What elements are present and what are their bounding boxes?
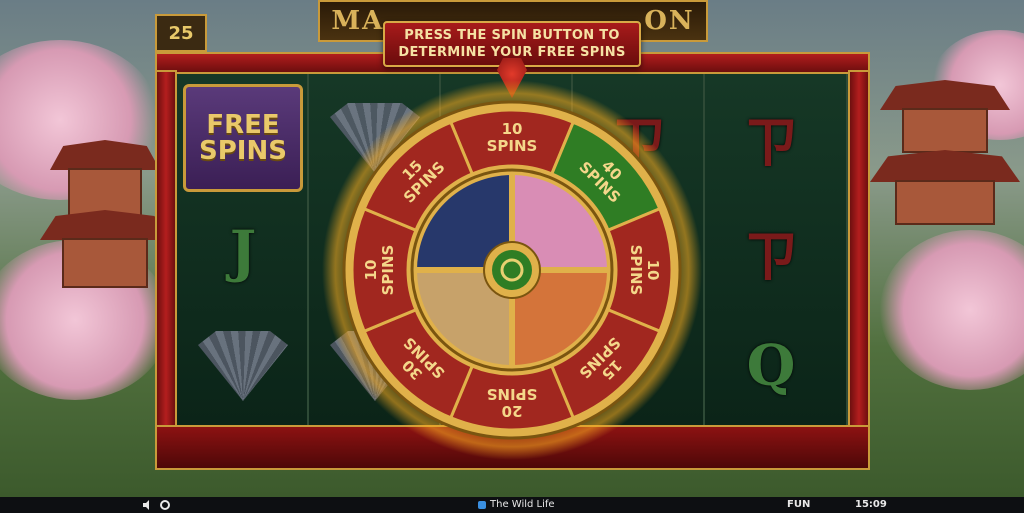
settings-gear-icon[interactable] xyxy=(160,500,170,510)
letter-q-symbol: Q xyxy=(746,333,796,399)
reel-5: ㄗ ㄗ Q xyxy=(705,74,848,425)
segment-amount: 20 xyxy=(502,402,523,420)
cherry-blossom-tree xyxy=(880,230,1024,390)
segment-unit: SPINS xyxy=(487,137,538,155)
frame-pillar-right xyxy=(848,70,870,470)
clock-time: 15:09 xyxy=(855,499,887,510)
segment-unit: SPINS xyxy=(627,245,645,296)
spin-hub-button xyxy=(492,250,532,290)
free-spins-wheel: 10 SPINS 40 SPINS 10 SPINS 15 SPINS 20 SPINS 30 SPI… xyxy=(322,80,702,460)
segment-amount: 10 xyxy=(362,260,380,281)
game-title-right: ON xyxy=(644,6,695,36)
free-spins-symbol: FREE SPINS xyxy=(183,84,303,192)
frame-pillar-left xyxy=(155,70,177,470)
red-glyph-symbol: ㄗ xyxy=(743,223,799,290)
symbol-q: Q xyxy=(711,312,831,420)
app-name: The Wild Life xyxy=(490,499,555,510)
play-mode-label: FUN xyxy=(787,499,811,510)
taskbar: The Wild Life FUN 15:09 xyxy=(0,497,1024,513)
letter-j-symbol: J xyxy=(229,219,257,285)
speaker-icon[interactable] xyxy=(143,500,153,510)
app-logo-icon xyxy=(478,501,486,509)
game-title-left: MA xyxy=(331,6,385,36)
segment-amount: 10 xyxy=(502,120,523,138)
segment-unit: SPINS xyxy=(487,385,538,403)
symbol-red-glyph: ㄗ xyxy=(711,84,831,192)
wheel-graphic: 10SPINS40SPINS10SPINS15SPINS20SPINS30SPI… xyxy=(322,80,702,460)
reel-1: FREE SPINS J xyxy=(177,74,309,425)
fan-icon xyxy=(198,331,288,401)
red-glyph-symbol: ㄗ xyxy=(743,109,799,176)
symbol-j: J xyxy=(183,198,303,306)
prompt-line-1: PRESS THE SPIN BUTTON TO xyxy=(404,28,620,43)
segment-amount: 10 xyxy=(644,260,662,281)
free-spins-label-top: FREE xyxy=(206,110,280,140)
free-spins-label-bottom: SPINS xyxy=(199,136,287,166)
segment-unit: SPINS xyxy=(379,245,397,296)
symbol-red-glyph: ㄗ xyxy=(711,198,831,306)
fan-symbol xyxy=(183,312,303,420)
paylines-counter: 25 xyxy=(155,14,207,52)
